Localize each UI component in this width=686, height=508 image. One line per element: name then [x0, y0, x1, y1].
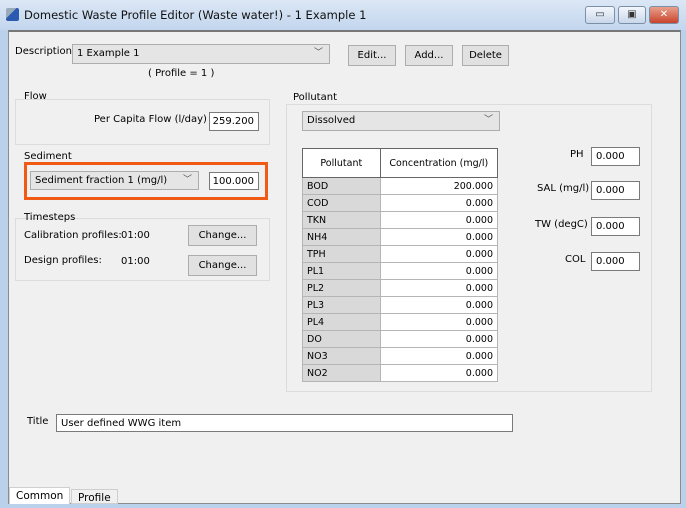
table-row: NO3 0.000 — [302, 347, 499, 365]
profile-note: ( Profile = 1 ) — [148, 68, 215, 79]
design-change-button[interactable]: Change... — [188, 255, 257, 276]
chevron-down-icon: ﹀ — [313, 48, 323, 58]
pollutant-name: NH4 — [302, 228, 381, 246]
tab-common[interactable]: Common — [9, 487, 71, 504]
timesteps-group-label: Timesteps — [24, 212, 76, 223]
table-row: NH4 0.000 — [302, 228, 499, 246]
table-row: BOD 200.000 — [302, 177, 499, 195]
per-capita-flow-label: Per Capita Flow (l/day) — [94, 114, 207, 125]
concentration-cell[interactable]: 0.000 — [379, 228, 499, 246]
flow-group-label: Flow — [24, 91, 47, 102]
pollutant-group-label: Pollutant — [293, 92, 337, 103]
calibration-value: 01:00 — [121, 230, 150, 241]
pollutant-name: NO3 — [302, 347, 381, 365]
concentration-cell[interactable]: 0.000 — [379, 194, 499, 212]
pollutant-name: PL2 — [302, 279, 381, 297]
table-row: TPH 0.000 — [302, 245, 499, 263]
minimize-button[interactable]: ▭ — [585, 6, 615, 24]
concentration-cell[interactable]: 200.000 — [379, 177, 499, 195]
description-select[interactable]: 1 Example 1 ﹀ — [72, 44, 330, 64]
param-input[interactable]: 0.000 — [591, 217, 640, 236]
title-label: Title — [27, 416, 49, 427]
concentration-cell[interactable]: 0.000 — [379, 279, 499, 297]
concentration-cell[interactable]: 0.000 — [379, 313, 499, 331]
window-title: Domestic Waste Profile Editor (Waste wat… — [24, 8, 367, 22]
design-label: Design profiles: — [24, 255, 102, 266]
param-input[interactable]: 0.000 — [591, 181, 640, 200]
param-label: COL — [565, 254, 586, 265]
chevron-down-icon: ﹀ — [182, 175, 192, 185]
table-row: PL1 0.000 — [302, 262, 499, 280]
pollutant-type-value: Dissolved — [307, 115, 356, 126]
sediment-select[interactable]: Sediment fraction 1 (mg/l) ﹀ — [30, 171, 199, 190]
pollutant-name: PL4 — [302, 313, 381, 331]
table-row: COD 0.000 — [302, 194, 499, 212]
add-button[interactable]: Add... — [405, 45, 453, 66]
title-bar: Domestic Waste Profile Editor (Waste wat… — [0, 0, 686, 30]
sediment-select-value: Sediment fraction 1 (mg/l) — [35, 175, 168, 186]
chevron-down-icon: ﹀ — [483, 115, 493, 125]
table-row: NO2 0.000 — [302, 364, 499, 382]
concentration-cell[interactable]: 0.000 — [379, 262, 499, 280]
app-icon — [6, 8, 19, 21]
pollutant-name: NO2 — [302, 364, 381, 382]
param-label: TW (degC) — [535, 219, 588, 230]
pollutant-name: TPH — [302, 245, 381, 263]
maximize-button[interactable]: ▣ — [618, 6, 646, 24]
pollutant-name: PL1 — [302, 262, 381, 280]
column-header-concentration: Concentration (mg/l) — [379, 148, 499, 178]
param-label: SAL (mg/l) — [537, 183, 590, 194]
param-input[interactable]: 0.000 — [591, 252, 640, 271]
pollutant-type-select[interactable]: Dissolved ﹀ — [302, 111, 500, 131]
title-input[interactable]: User defined WWG item — [56, 414, 513, 432]
concentration-cell[interactable]: 0.000 — [379, 347, 499, 365]
pollutant-name: PL3 — [302, 296, 381, 314]
sediment-input[interactable]: 100.000 — [209, 172, 259, 190]
concentration-cell[interactable]: 0.000 — [379, 364, 499, 382]
param-input[interactable]: 0.000 — [591, 147, 640, 166]
concentration-cell[interactable]: 0.000 — [379, 245, 499, 263]
pollutant-table: Pollutant Concentration (mg/l) BOD 200.00… — [302, 148, 499, 382]
table-row: DO 0.000 — [302, 330, 499, 348]
param-label: PH — [570, 149, 584, 160]
pollutant-name: TKN — [302, 211, 381, 229]
delete-button[interactable]: Delete — [462, 45, 509, 66]
pollutant-name: BOD — [302, 177, 381, 195]
table-row: TKN 0.000 — [302, 211, 499, 229]
concentration-cell[interactable]: 0.000 — [379, 296, 499, 314]
concentration-cell[interactable]: 0.000 — [379, 211, 499, 229]
table-row: PL4 0.000 — [302, 313, 499, 331]
edit-button[interactable]: Edit... — [348, 45, 396, 66]
close-button[interactable]: ✕ — [649, 6, 679, 24]
pollutant-name: DO — [302, 330, 381, 348]
calibration-change-button[interactable]: Change... — [188, 225, 257, 246]
description-value: 1 Example 1 — [77, 48, 140, 59]
design-value: 01:00 — [121, 256, 150, 267]
table-row: PL2 0.000 — [302, 279, 499, 297]
description-label: Description — [15, 46, 72, 57]
per-capita-flow-input[interactable]: 259.200 — [209, 112, 259, 131]
table-row: PL3 0.000 — [302, 296, 499, 314]
column-header-pollutant: Pollutant — [302, 148, 381, 178]
calibration-label: Calibration profiles: — [24, 230, 122, 241]
pollutant-name: COD — [302, 194, 381, 212]
concentration-cell[interactable]: 0.000 — [379, 330, 499, 348]
tab-profile[interactable]: Profile — [71, 489, 118, 504]
sediment-group-label: Sediment — [24, 151, 72, 162]
